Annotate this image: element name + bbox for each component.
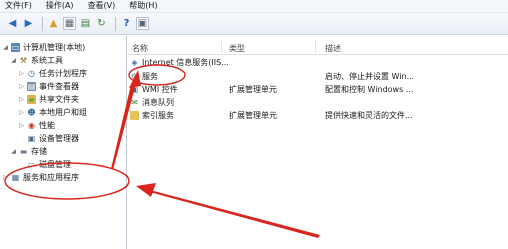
message-queue-icon: ✉: [131, 98, 138, 107]
column-header: 名称 类型 描述: [127, 39, 508, 55]
tree-item-device-manager[interactable]: ▣ 设备管理器: [27, 133, 79, 144]
column-divider[interactable]: [315, 41, 316, 53]
details-pane: 名称 类型 描述 ◈ Internet 信息服务(IIS... ⚙ 服务 启动、…: [127, 36, 508, 249]
services-apps-icon: ▦: [11, 173, 20, 182]
item-name: 消息队列: [142, 98, 174, 107]
tree-item-event-viewer[interactable]: ▷ ▤ 事件查看器: [18, 81, 79, 92]
expand-arrow-icon[interactable]: ◢: [2, 42, 9, 53]
disk-icon: ▭: [27, 160, 36, 169]
gear-icon: ⚙: [130, 72, 139, 81]
expand-arrow-icon[interactable]: ◢: [10, 146, 17, 157]
event-viewer-icon: ▤: [27, 82, 36, 91]
expand-arrow-icon[interactable]: ▷: [18, 94, 25, 105]
tree-item-label: 事件查看器: [39, 82, 79, 91]
folder-icon: [130, 111, 139, 120]
tree-item-label: 性能: [39, 121, 55, 130]
back-icon[interactable]: ◀: [6, 17, 19, 30]
menu-help[interactable]: 帮助(H): [129, 0, 157, 12]
menu-file[interactable]: 文件(F): [5, 0, 32, 12]
shared-folder-icon: ▰: [27, 95, 36, 104]
menu-bar: 文件(F) 操作(A) 查看(V) 帮助(H): [0, 0, 508, 13]
item-name: 服务: [142, 72, 158, 81]
item-description: 提供快速和灵活的文件...: [325, 111, 413, 120]
tree-item-disk-management[interactable]: ▭ 磁盘管理: [27, 159, 71, 170]
properties-icon[interactable]: ▣: [136, 17, 149, 30]
toolbar-separator: [115, 16, 116, 31]
tree-item-computer-management[interactable]: ◢ ▭ 计算机管理(本地): [2, 42, 85, 53]
performance-icon: ◉: [28, 121, 35, 130]
expand-arrow-icon[interactable]: ▷: [2, 172, 9, 183]
tools-icon: ⚒: [19, 56, 28, 65]
tree-item-services-and-applications[interactable]: ▷ ▦ 服务和应用程序: [2, 172, 79, 183]
users-icon: ☻: [27, 108, 36, 117]
list-item[interactable]: ⚙ 服务 启动、停止并设置 Win...: [127, 70, 508, 82]
expand-arrow-icon[interactable]: ◢: [10, 55, 17, 66]
device-manager-icon: ▣: [27, 134, 36, 143]
computer-icon: ▭: [11, 43, 20, 52]
expand-arrow-icon[interactable]: ▷: [18, 107, 25, 118]
item-description: 启动、停止并设置 Win...: [325, 72, 415, 81]
tree-item-storage[interactable]: ◢ ▬ 存储: [10, 146, 47, 157]
column-description-header[interactable]: 描述: [325, 43, 341, 54]
toolbar-separator: [42, 16, 43, 31]
console-tree: ◢ ▭ 计算机管理(本地) ◢ ⚒ 系统工具 ▷ ◷ 任务计划程序 ▷ ▤ 事件…: [0, 36, 127, 249]
wmi-icon: ▣: [130, 85, 139, 94]
menu-action[interactable]: 操作(A): [46, 0, 74, 12]
list-item[interactable]: 索引服务 扩展管理单元 提供快速和灵活的文件...: [127, 109, 508, 121]
column-divider[interactable]: [221, 41, 222, 53]
expand-arrow-icon[interactable]: ▷: [18, 81, 25, 92]
tree-item-shared-folders[interactable]: ▷ ▰ 共享文件夹: [18, 94, 79, 105]
tree-item-task-scheduler[interactable]: ▷ ◷ 任务计划程序: [18, 68, 87, 79]
menu-view[interactable]: 查看(V): [88, 0, 116, 12]
item-name: Internet 信息服务(IIS...: [142, 58, 229, 67]
list-item[interactable]: ✉ 消息队列: [127, 96, 508, 108]
list-item[interactable]: ◈ Internet 信息服务(IIS...: [127, 56, 508, 68]
tree-item-label: 存储: [31, 147, 47, 156]
tree-item-label: 系统工具: [31, 56, 63, 65]
list-item[interactable]: ▣ WMI 控件 扩展管理单元 配置和控制 Windows ...: [127, 83, 508, 95]
column-name-header[interactable]: 名称: [132, 43, 148, 54]
expand-arrow-icon[interactable]: ▷: [18, 68, 25, 79]
storage-icon: ▬: [19, 147, 28, 156]
tree-item-label: 设备管理器: [39, 134, 79, 143]
tree-item-system-tools[interactable]: ◢ ⚒ 系统工具: [10, 55, 63, 66]
iis-icon: ◈: [131, 58, 138, 67]
tree-item-performance[interactable]: ▷ ◉ 性能: [18, 120, 55, 131]
tree-item-label: 共享文件夹: [39, 95, 79, 104]
tree-item-label: 服务和应用程序: [23, 173, 79, 182]
tree-item-label: 计算机管理(本地): [23, 43, 86, 52]
export-list-icon[interactable]: ▤: [79, 17, 92, 30]
item-description: 配置和控制 Windows ...: [325, 85, 414, 94]
item-name: WMI 控件: [142, 85, 178, 94]
tree-item-local-users-groups[interactable]: ▷ ☻ 本地用户和组: [18, 107, 87, 118]
column-type-header[interactable]: 类型: [229, 43, 245, 54]
item-name: 索引服务: [142, 111, 174, 120]
item-type: 扩展管理单元: [229, 85, 277, 94]
expand-arrow-icon[interactable]: ▷: [18, 120, 25, 131]
forward-icon[interactable]: ▶: [22, 17, 35, 30]
show-hide-tree-icon[interactable]: ▦: [63, 17, 76, 30]
item-type: 扩展管理单元: [229, 111, 277, 120]
tree-item-label: 本地用户和组: [39, 108, 87, 117]
tree-item-label: 任务计划程序: [39, 69, 87, 78]
help-icon[interactable]: ?: [120, 17, 133, 30]
up-folder-icon[interactable]: ▲: [47, 17, 60, 30]
toolbar: ◀ ▶ ▲ ▦ ▤ ↻ ? ▣: [0, 13, 508, 35]
clock-icon: ◷: [28, 69, 35, 78]
tree-item-label: 磁盘管理: [39, 160, 71, 169]
refresh-icon[interactable]: ↻: [95, 17, 108, 30]
